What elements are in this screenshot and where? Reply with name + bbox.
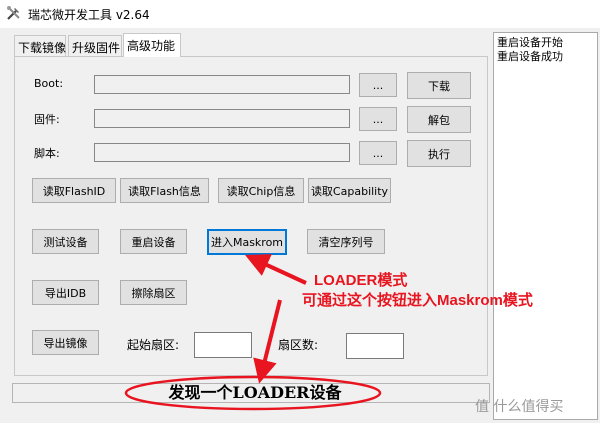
start-sector-label: 起始扇区: bbox=[127, 338, 180, 352]
script-path-input[interactable] bbox=[94, 143, 350, 162]
watermark: 值 什么值得买 bbox=[475, 399, 564, 415]
erase-sector-button[interactable]: 擦除扇区 bbox=[120, 280, 187, 305]
status-message: 发现一个LOADER设备 bbox=[168, 383, 342, 402]
export-image-button[interactable]: 导出镜像 bbox=[32, 330, 99, 355]
window-title: 瑞芯微开发工具 v2.64 bbox=[28, 8, 150, 22]
boot-path-input[interactable] bbox=[94, 75, 350, 94]
read-chip-info-button[interactable]: 读取Chip信息 bbox=[218, 178, 304, 203]
read-flash-id-button[interactable]: 读取FlashID bbox=[32, 178, 116, 203]
enter-maskrom-button[interactable]: 进入Maskrom bbox=[207, 229, 287, 255]
download-button[interactable]: 下载 bbox=[407, 72, 471, 99]
clear-serial-button[interactable]: 清空序列号 bbox=[307, 229, 385, 254]
script-label: 脚本: bbox=[34, 147, 60, 160]
firmware-path-input[interactable] bbox=[94, 109, 350, 128]
boot-browse-button[interactable]: ... bbox=[359, 73, 397, 97]
firmware-browse-button[interactable]: ... bbox=[359, 107, 397, 131]
script-browse-button[interactable]: ... bbox=[359, 141, 397, 165]
boot-label: Boot: bbox=[34, 77, 64, 90]
log-line: 重启设备成功 bbox=[497, 50, 563, 63]
execute-button[interactable]: 执行 bbox=[407, 140, 471, 167]
advanced-panel bbox=[14, 56, 488, 376]
sector-count-label: 扇区数: bbox=[278, 338, 319, 352]
read-capability-button[interactable]: 读取Capability bbox=[308, 178, 391, 203]
export-idb-button[interactable]: 导出IDB bbox=[32, 280, 99, 305]
unpack-button[interactable]: 解包 bbox=[407, 106, 471, 133]
log-panel[interactable]: 重启设备开始 重启设备成功 bbox=[493, 32, 598, 420]
tools-icon bbox=[7, 6, 20, 20]
tab-upgrade-firmware[interactable]: 升级固件 bbox=[68, 35, 122, 56]
sector-count-input[interactable] bbox=[346, 333, 404, 359]
firmware-label: 固件: bbox=[34, 113, 60, 126]
log-line: 重启设备开始 bbox=[497, 36, 563, 49]
tab-advanced[interactable]: 高级功能 bbox=[123, 33, 181, 57]
annotation-maskrom-hint: 可通过这个按钮进入Maskrom模式 bbox=[302, 292, 533, 309]
tab-download-image[interactable]: 下载镜像 bbox=[14, 35, 66, 56]
test-device-button[interactable]: 测试设备 bbox=[32, 229, 99, 254]
read-flash-info-button[interactable]: 读取Flash信息 bbox=[120, 178, 209, 203]
annotation-loader-mode: LOADER模式 bbox=[314, 272, 408, 289]
reboot-device-button[interactable]: 重启设备 bbox=[120, 229, 187, 254]
title-bar: 瑞芯微开发工具 v2.64 bbox=[0, 0, 600, 28]
start-sector-input[interactable] bbox=[194, 332, 252, 358]
